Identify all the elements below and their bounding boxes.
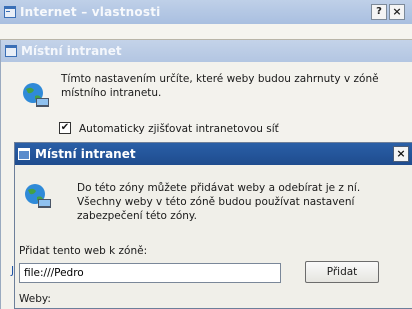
dialog-title: Místní intranet bbox=[35, 147, 136, 161]
properties-close-button[interactable]: × bbox=[389, 4, 405, 20]
auto-detect-checkbox[interactable]: ✔ bbox=[59, 122, 71, 134]
properties-window-titlebar: Internet – vlastnosti ? × bbox=[0, 0, 412, 24]
globe-computer-icon bbox=[23, 83, 49, 107]
add-site-button[interactable]: Přidat bbox=[305, 261, 379, 283]
websites-label: Weby: bbox=[19, 293, 51, 305]
help-button[interactable]: ? bbox=[371, 4, 387, 20]
window-icon bbox=[5, 45, 17, 57]
checkmark-icon: ✔ bbox=[60, 122, 70, 133]
intranet-sites-dialog: Místní intranet × Do této zóny můžete př… bbox=[14, 142, 412, 309]
add-site-input[interactable] bbox=[19, 263, 281, 283]
intranet-window-title: Místní intranet bbox=[21, 44, 122, 58]
globe-computer-icon bbox=[25, 184, 51, 208]
dialog-description: Do této zóny můžete přidávat weby a odeb… bbox=[77, 182, 361, 222]
window-icon bbox=[18, 148, 30, 160]
dialog-close-button[interactable]: × bbox=[393, 146, 409, 162]
intranet-window-titlebar: Místní intranet bbox=[1, 40, 412, 62]
properties-tab-strip bbox=[0, 24, 412, 40]
properties-window-title: Internet – vlastnosti bbox=[20, 5, 161, 19]
intranet-description: Tímto nastavením určíte, které weby budo… bbox=[61, 73, 379, 99]
add-site-label: Přidat tento web k zóně: bbox=[19, 245, 148, 257]
auto-detect-label[interactable]: Automaticky zjišťovat intranetovou síť bbox=[79, 123, 279, 135]
dialog-titlebar: Místní intranet × bbox=[15, 143, 412, 165]
window-icon bbox=[4, 6, 16, 18]
